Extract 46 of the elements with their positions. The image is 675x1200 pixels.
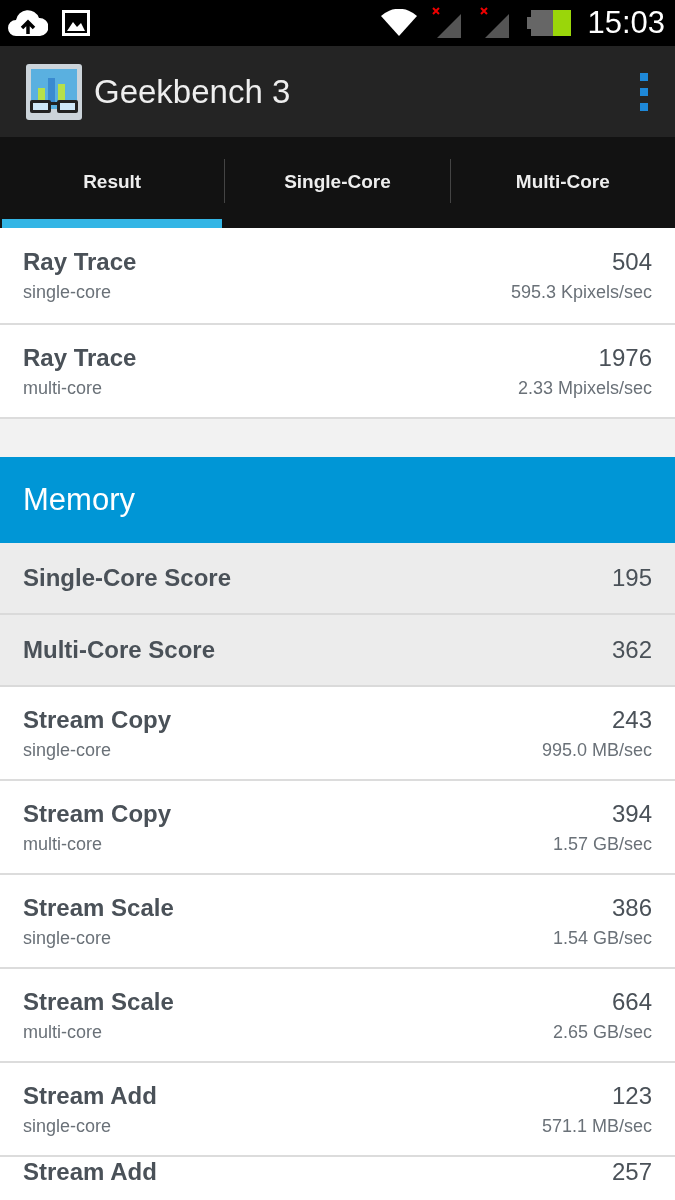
benchmark-score: 394 xyxy=(611,799,652,828)
cloud-upload-icon xyxy=(8,8,48,38)
score-label: Multi-Core Score xyxy=(23,636,216,664)
overflow-menu-icon[interactable] xyxy=(639,72,649,111)
score-value: 195 xyxy=(611,564,652,592)
benchmark-name: Stream Add xyxy=(23,1158,157,1186)
benchmark-name: Stream Scale xyxy=(23,893,175,922)
benchmark-name: Ray Trace xyxy=(23,343,138,372)
benchmark-rate: 1.54 GB/sec xyxy=(552,927,652,949)
section-title: Memory xyxy=(23,482,135,518)
benchmark-name: Ray Trace xyxy=(23,248,138,276)
benchmark-score: 386 xyxy=(611,893,652,922)
battery-icon xyxy=(527,10,572,36)
benchmark-mode: multi-core xyxy=(23,833,103,855)
benchmark-rate: 595.3 Kpixels/sec xyxy=(510,282,652,303)
benchmark-mode: single-core xyxy=(23,1115,113,1137)
benchmark-mode: single-core xyxy=(23,927,113,949)
clock-time: 15:03 xyxy=(587,5,665,41)
benchmark-mode: multi-core xyxy=(23,1021,103,1043)
wifi-icon xyxy=(381,9,418,37)
benchmark-rate: 1.57 GB/sec xyxy=(552,833,652,855)
benchmark-score: 664 xyxy=(611,987,652,1016)
tab[interactable]: Single-Core xyxy=(227,137,448,228)
benchmark-rate: 571.1 MB/sec xyxy=(541,1115,652,1137)
benchmark-mode: multi-core xyxy=(23,377,103,399)
score-value: 362 xyxy=(611,636,652,664)
benchmark-score: 1976 xyxy=(598,343,652,372)
benchmark-score: 243 xyxy=(611,705,652,734)
benchmark-name: Stream Add xyxy=(23,1081,158,1110)
benchmark-score: 504 xyxy=(611,248,652,276)
app-title: Geekbench 3 xyxy=(94,72,292,111)
benchmark-name: Stream Copy xyxy=(23,705,173,734)
app-logo-icon xyxy=(26,63,82,120)
benchmark-mode: single-core xyxy=(23,282,113,303)
benchmark-rate: 2.65 GB/sec xyxy=(552,1021,652,1043)
image-icon xyxy=(62,10,90,36)
benchmark-score: 123 xyxy=(611,1081,652,1110)
score-label: Single-Core Score xyxy=(23,564,232,592)
benchmark-rate: 995.0 MB/sec xyxy=(541,739,652,761)
benchmark-score: 257 xyxy=(611,1158,652,1186)
benchmark-name: Stream Scale xyxy=(23,987,175,1016)
benchmark-rate: 2.33 Mpixels/sec xyxy=(517,377,652,399)
tab[interactable]: Result xyxy=(2,137,223,228)
tab[interactable]: Multi-Core xyxy=(452,137,673,228)
benchmark-mode: single-core xyxy=(23,739,113,761)
benchmark-name: Stream Copy xyxy=(23,799,173,828)
